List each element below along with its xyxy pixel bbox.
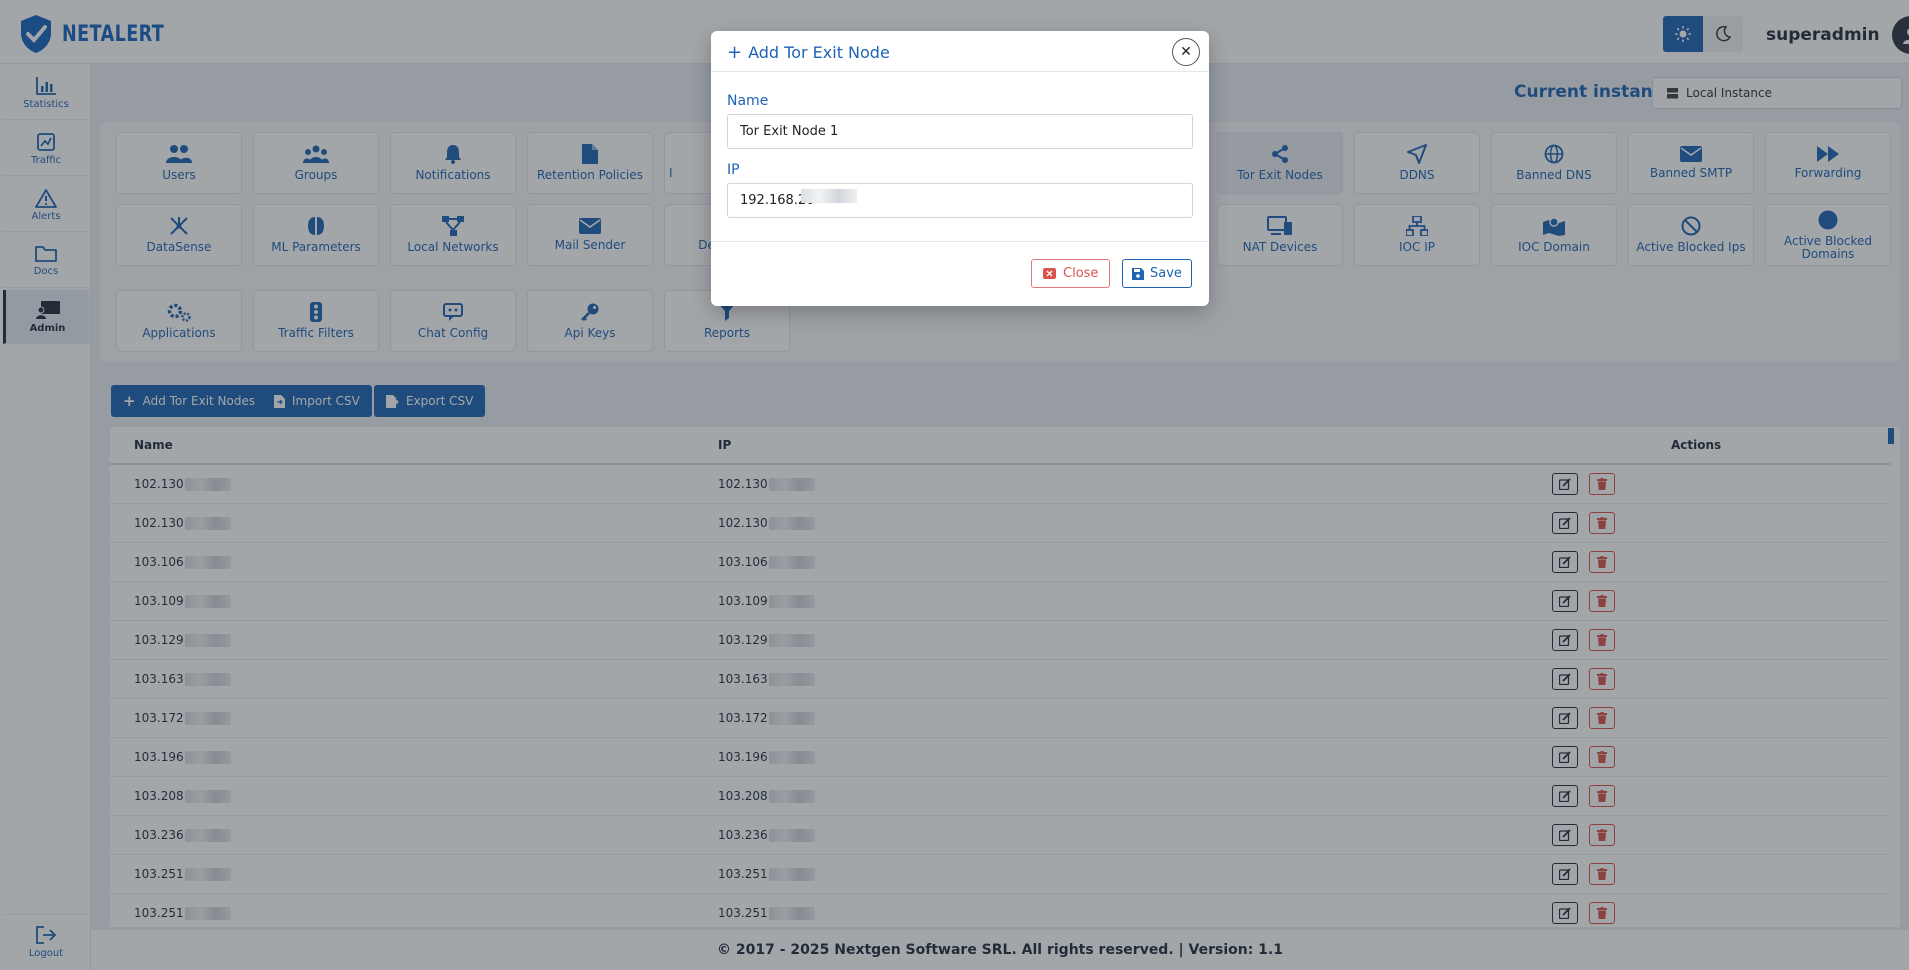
name-input[interactable] xyxy=(727,114,1193,149)
save-icon xyxy=(1132,267,1144,280)
modal-title-text: Add Tor Exit Node xyxy=(748,43,890,62)
close-square-icon xyxy=(1043,268,1056,279)
name-label: Name xyxy=(727,93,769,109)
save-button[interactable]: Save xyxy=(1122,259,1192,288)
add-tor-exit-node-modal: + Add Tor Exit Node ✕ Name IP Close Save xyxy=(711,31,1209,306)
close-button[interactable]: Close xyxy=(1031,259,1111,288)
plus-icon: + xyxy=(727,42,743,63)
ip-input-redaction xyxy=(801,189,857,203)
ip-input[interactable] xyxy=(727,183,1193,218)
modal-header: + Add Tor Exit Node ✕ xyxy=(711,31,1209,72)
close-icon: ✕ xyxy=(1180,44,1192,60)
ip-label: IP xyxy=(727,162,740,178)
modal-title: + Add Tor Exit Node xyxy=(727,42,890,63)
save-button-label: Save xyxy=(1150,266,1182,281)
close-button-label: Close xyxy=(1063,266,1099,281)
modal-close-button[interactable]: ✕ xyxy=(1172,38,1200,66)
modal-footer: Close Save xyxy=(711,241,1209,306)
